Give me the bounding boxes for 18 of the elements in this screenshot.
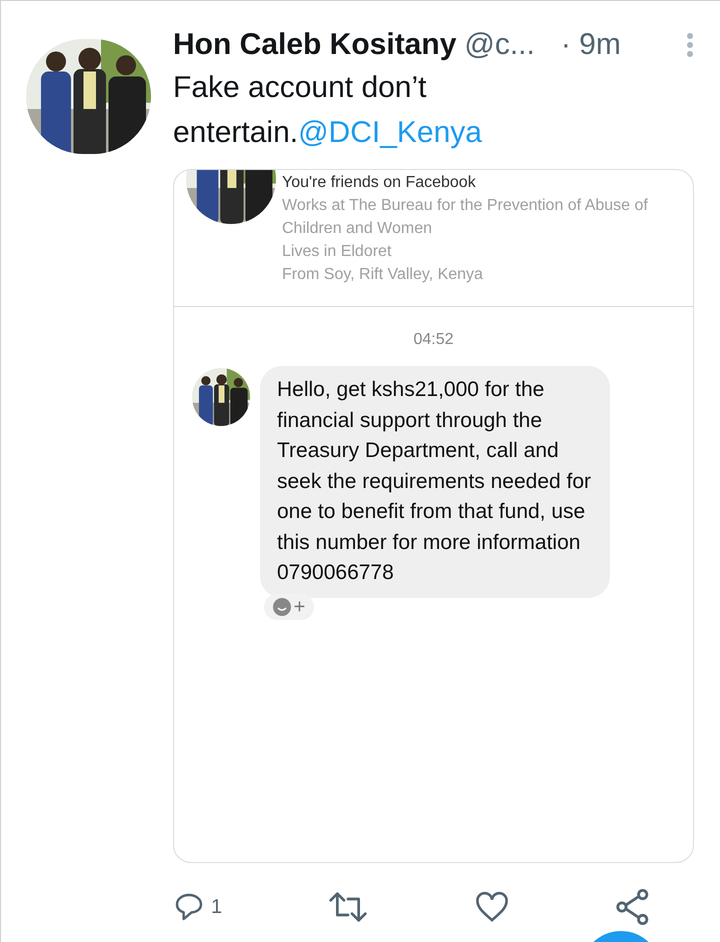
reply-icon[interactable]	[173, 891, 205, 923]
message-time: 04:52	[413, 330, 454, 350]
profile-detail: Lives in Eldoret	[282, 242, 392, 262]
profile-detail: Works at The Bureau for the Prevention of Abuse of Children and Women	[282, 196, 649, 239]
add-reaction-button[interactable]: +	[264, 594, 314, 620]
mention-link[interactable]: @DCI_Kenya	[298, 116, 482, 149]
reply-count: 1	[211, 895, 222, 920]
heart-icon[interactable]	[474, 891, 510, 923]
smiley-icon	[272, 598, 291, 616]
message-bubble: Hello, get kshs21,000 for the financial support through the Treasury Department, call and seek the requirements needed for one to benefit from that fund, use this number for more information 0790066778	[260, 366, 610, 598]
tweet-time: · 9m	[560, 27, 621, 63]
retweet-icon[interactable]	[328, 891, 368, 923]
profile-detail: From Soy, Rift Valley, Kenya	[282, 265, 484, 285]
friends-status: You're friends on Facebook	[282, 173, 477, 193]
author-name[interactable]: Hon Caleb Kositany	[173, 27, 456, 63]
author-handle: @c...	[464, 27, 535, 63]
share-icon[interactable]	[616, 889, 650, 925]
tweet-text: Fake account don’t entertain.@DCI_Kenya	[173, 70, 483, 151]
